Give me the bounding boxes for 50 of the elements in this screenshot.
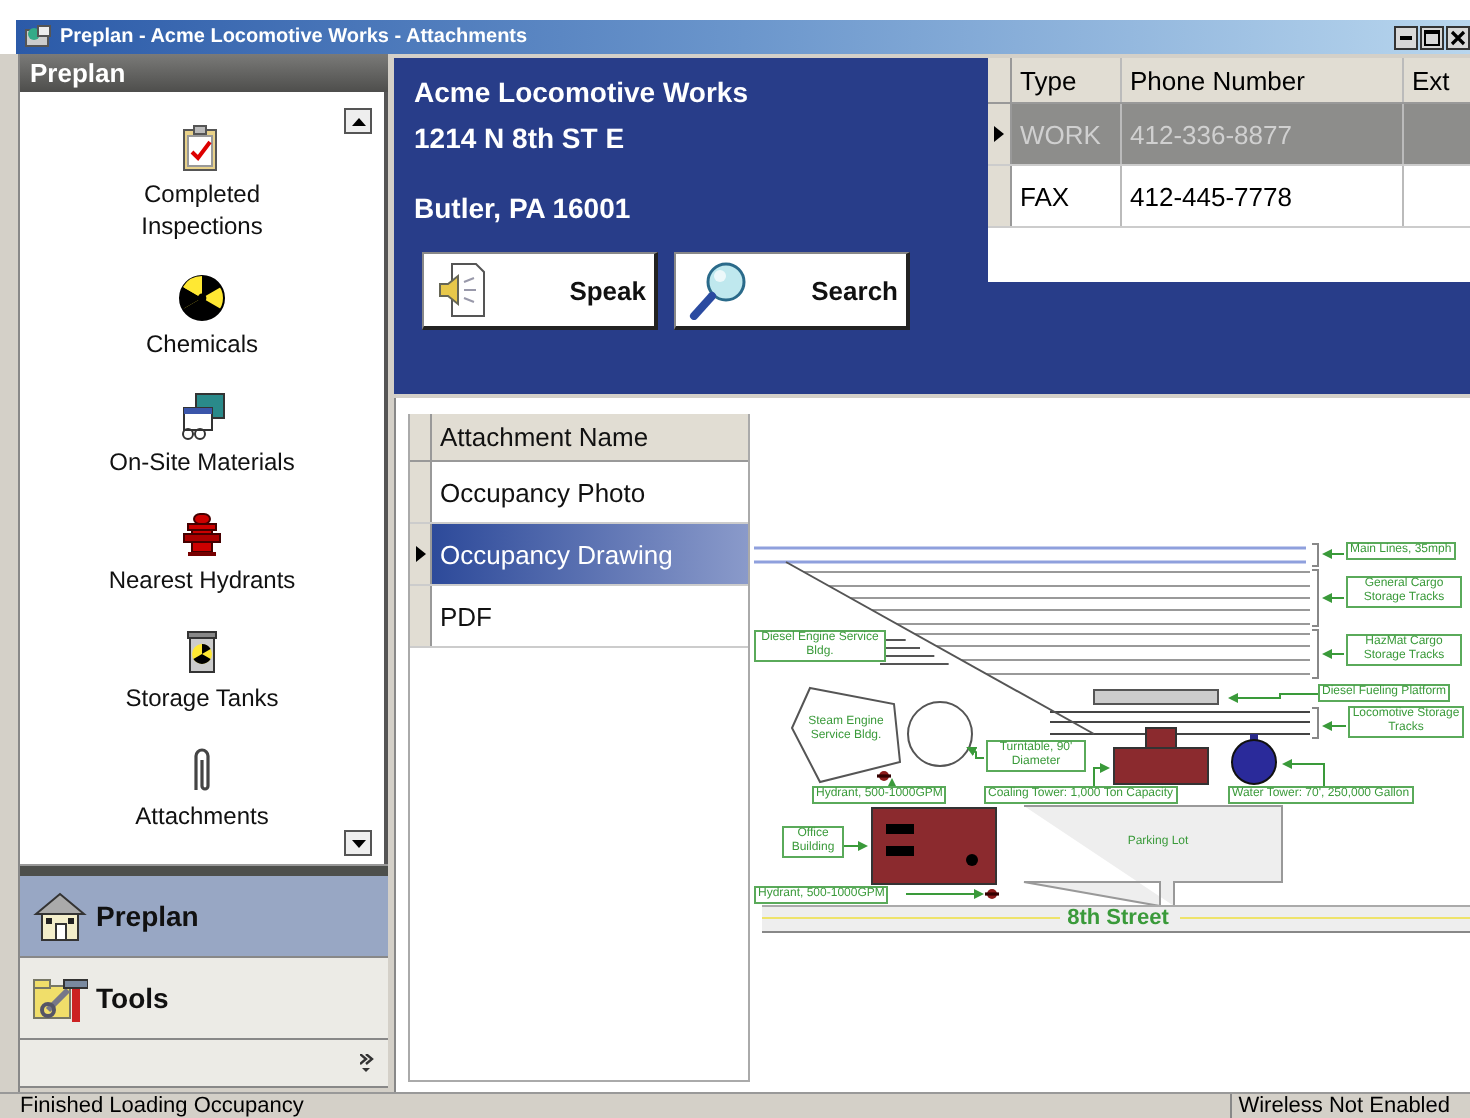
sidebar-item[interactable]: On-Site Materials: [92, 445, 312, 478]
occupancy-name: Acme Locomotive Works: [414, 74, 751, 112]
maximize-icon: [1424, 29, 1440, 45]
maximize-button[interactable]: [1420, 25, 1444, 49]
wireless-status: Wireless Not Enabled: [1230, 1094, 1470, 1118]
column-header[interactable]: Type: [1012, 58, 1122, 102]
minimize-icon: [1400, 35, 1412, 39]
table-cell: 412-445-7778: [1122, 166, 1404, 226]
table-cell: 412-336-8877: [1122, 104, 1404, 164]
close-icon: [1450, 29, 1466, 45]
monitor-icon: [178, 391, 226, 440]
sidebar-item[interactable]: Attachments: [92, 799, 312, 832]
radiation-icon: [178, 273, 226, 322]
sidebar-header: Preplan: [20, 54, 388, 92]
scroll-up-button[interactable]: [344, 108, 372, 134]
sidebar-item[interactable]: Completed Inspections: [92, 178, 312, 242]
status-message: Finished Loading Occupancy: [20, 1094, 304, 1118]
map-label: 8th Street: [1065, 906, 1171, 930]
action-button[interactable]: Speak: [422, 252, 658, 330]
column-header[interactable]: Phone Number: [1122, 58, 1404, 102]
close-button[interactable]: [1446, 25, 1470, 49]
house-icon: [32, 888, 88, 944]
attachment-item[interactable]: PDF: [432, 586, 748, 646]
row-header: [988, 166, 1012, 226]
sidebar-item[interactable]: Storage Tanks: [92, 681, 312, 714]
row-pointer-icon: [415, 546, 425, 562]
magnifier-icon: [688, 260, 748, 320]
address-line: 1214 N 8th ST E: [414, 120, 627, 158]
sidebar-item[interactable]: Chemicals: [92, 327, 312, 360]
scroll-down-button[interactable]: [344, 830, 372, 856]
app-icon: [24, 24, 52, 50]
table-cell: WORK: [1012, 104, 1122, 164]
attachment-item[interactable]: Occupancy Photo: [432, 462, 748, 522]
action-button[interactable]: Search: [674, 252, 910, 330]
nav-button[interactable]: Preplan: [20, 876, 388, 958]
splitter-handle[interactable]: [20, 864, 388, 876]
down-arrow-icon: [351, 839, 365, 847]
city-line: Butler, PA 16001: [414, 190, 633, 228]
hydrant-icon: [178, 509, 226, 558]
nav-button[interactable]: Tools: [20, 958, 388, 1040]
column-header[interactable]: Ext: [1404, 58, 1470, 102]
minimize-button[interactable]: [1394, 25, 1418, 49]
chevron-icon[interactable]: [360, 1054, 376, 1072]
up-arrow-icon: [351, 117, 365, 125]
table-row[interactable]: FAX 412-445-7778: [988, 166, 1470, 228]
row-pointer-icon: [994, 126, 1004, 142]
window-title: Preplan - Acme Locomotive Works - Attachments: [60, 26, 528, 48]
table-cell: FAX: [1012, 166, 1122, 226]
attachment-item[interactable]: Occupancy Drawing: [432, 524, 748, 584]
sidebar-item[interactable]: Nearest Hydrants: [92, 563, 312, 596]
